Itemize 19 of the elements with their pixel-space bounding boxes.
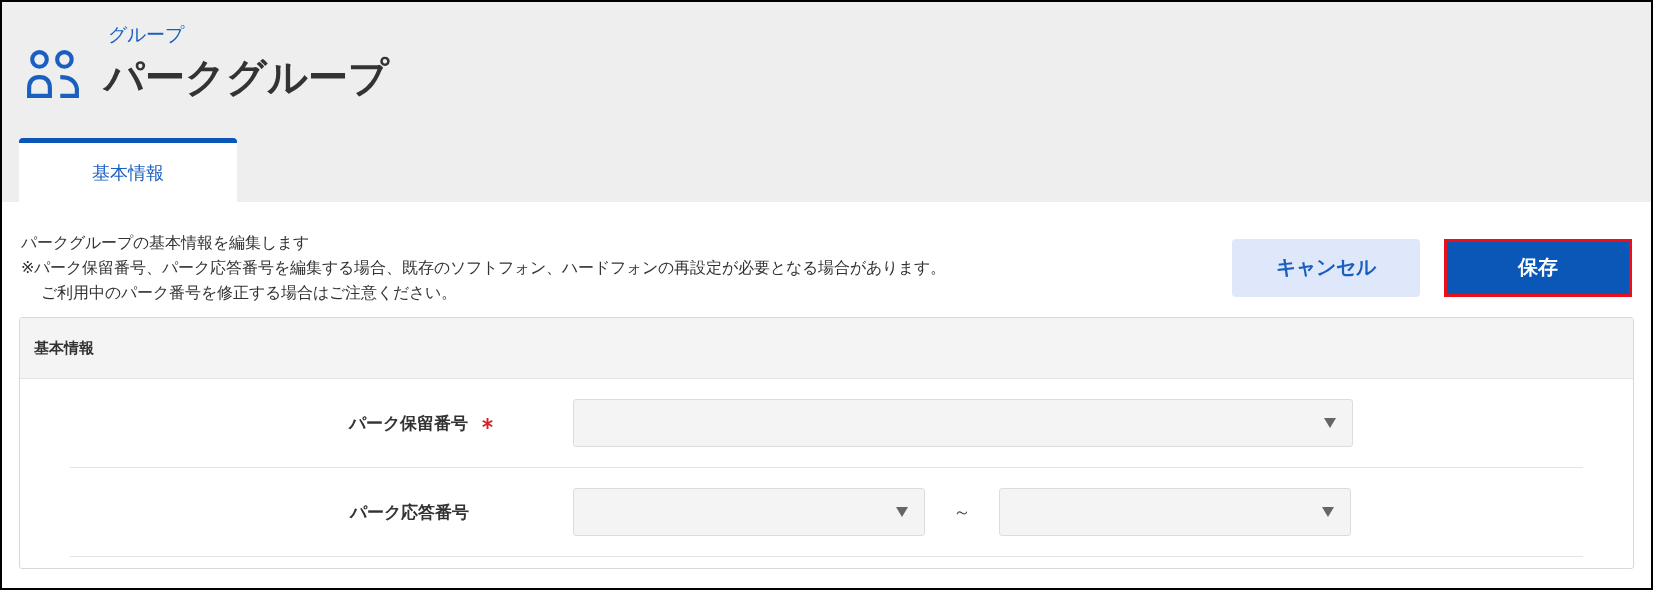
description-text: ※パーク保留番号、パーク応答番号を編集する場合、既存のソフトフォン、ハードフォンの再設定が必要となる場合があります。 [21,257,947,279]
dropdown-field[interactable] [573,399,1353,447]
dropdown-field[interactable] [999,488,1351,536]
caret-icon [1322,507,1334,517]
range-separator: ～ [952,500,972,524]
cancel-button[interactable]: キャンセル [1232,238,1420,297]
dropdown-field[interactable] [573,488,925,536]
breadcrumb-link[interactable]: グループ [108,22,389,48]
group-icon [26,49,80,99]
field-label: パーク応答番号 [350,500,469,524]
panel-title: 基本情報 [34,338,94,358]
description-text: ご利用中のパーク番号を修正する場合はご注意ください。 [40,282,458,304]
caret-icon [1324,418,1336,428]
field-label: パーク保留番号 [349,411,468,435]
save-button[interactable]: 保存 [1444,238,1632,297]
page-title: パークグループ [104,53,389,102]
description-text: パークグループの基本情報を編集します [21,232,310,254]
tab[interactable]: 基本情報 [19,138,237,202]
caret-icon [896,507,908,517]
